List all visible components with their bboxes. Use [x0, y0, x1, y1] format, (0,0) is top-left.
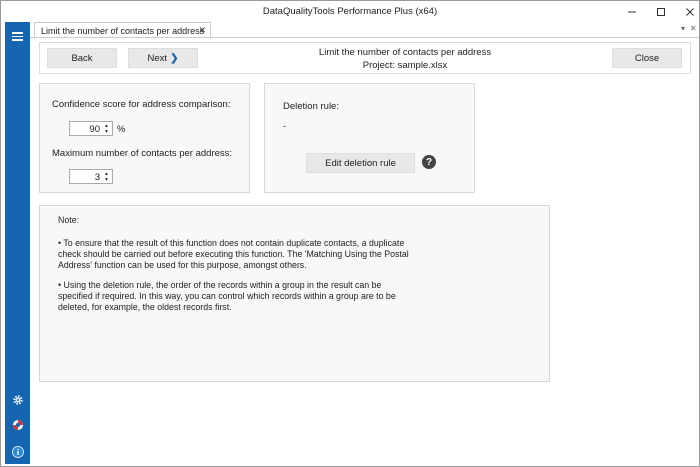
note-heading: Note: — [58, 215, 80, 225]
confidence-label: Confidence score for address comparison: — [52, 99, 231, 110]
spin-down-icon[interactable]: ▼ — [102, 177, 111, 183]
sidebar — [5, 22, 30, 464]
tab-divider — [30, 37, 699, 38]
close-button[interactable]: Close — [612, 48, 682, 68]
window-title: DataQualityTools Performance Plus (x64) — [262, 6, 438, 17]
next-button-label: Next — [147, 52, 168, 64]
note-panel: Note: • To ensure that the result of thi… — [39, 205, 550, 382]
maximize-icon — [657, 7, 665, 16]
max-contacts-label: Maximum number of contacts per address: — [52, 148, 233, 159]
edit-deletion-rule-button[interactable]: Edit deletion rule — [306, 153, 415, 173]
help-icon[interactable]: ? — [422, 155, 436, 169]
confidence-unit: % — [117, 124, 126, 135]
max-contacts-value: 3 — [94, 172, 100, 183]
note-paragraph-1: • To ensure that the result of this func… — [58, 238, 409, 270]
gear-icon[interactable] — [11, 393, 24, 406]
deletion-rule-label: Deletion rule: — [283, 101, 339, 112]
settings-panel: Confidence score for address comparison:… — [39, 83, 250, 193]
minimize-icon — [628, 11, 636, 12]
deletion-rule-panel: Deletion rule: - Edit deletion rule ? — [264, 83, 475, 193]
lifebuoy-icon[interactable] — [11, 418, 24, 431]
page-title: Limit the number of contacts per address — [318, 47, 492, 58]
app-window: DataQualityTools Performance Plus (x64) — [0, 0, 700, 467]
maximize-button[interactable] — [646, 1, 676, 22]
note-paragraph-2: • Using the deletion rule, the order of … — [58, 280, 396, 312]
back-button[interactable]: Back — [47, 48, 117, 68]
menu-icon[interactable] — [10, 30, 25, 42]
tab-limit-contacts[interactable]: Limit the number of contacts per address… — [34, 22, 211, 38]
info-icon[interactable] — [11, 445, 24, 458]
confidence-stepper[interactable]: 90 ▲ ▼ — [69, 121, 113, 136]
tab-close-icon[interactable]: ✕ — [198, 25, 206, 36]
tab-label: Limit the number of contacts per address — [41, 25, 205, 36]
tab-dropdown-icon[interactable]: ▾ — [681, 24, 685, 33]
confidence-value: 90 — [89, 124, 100, 135]
header-panel: Back Next ❯ Limit the number of contacts… — [39, 42, 691, 74]
chevron-right-icon: ❯ — [170, 52, 179, 64]
project-name: Project: sample.xlsx — [362, 60, 448, 71]
deletion-rule-value: - — [283, 121, 287, 132]
close-icon — [686, 7, 694, 16]
title-bar: DataQualityTools Performance Plus (x64) — [1, 1, 699, 22]
minimize-button[interactable] — [617, 1, 647, 22]
tab-strip: Limit the number of contacts per address… — [30, 22, 699, 38]
spin-down-icon[interactable]: ▼ — [102, 129, 111, 135]
max-contacts-stepper[interactable]: 3 ▲ ▼ — [69, 169, 113, 184]
next-button[interactable]: Next ❯ — [128, 48, 198, 68]
tab-strip-close-icon[interactable]: ✕ — [690, 24, 697, 33]
close-window-button[interactable] — [675, 1, 700, 22]
